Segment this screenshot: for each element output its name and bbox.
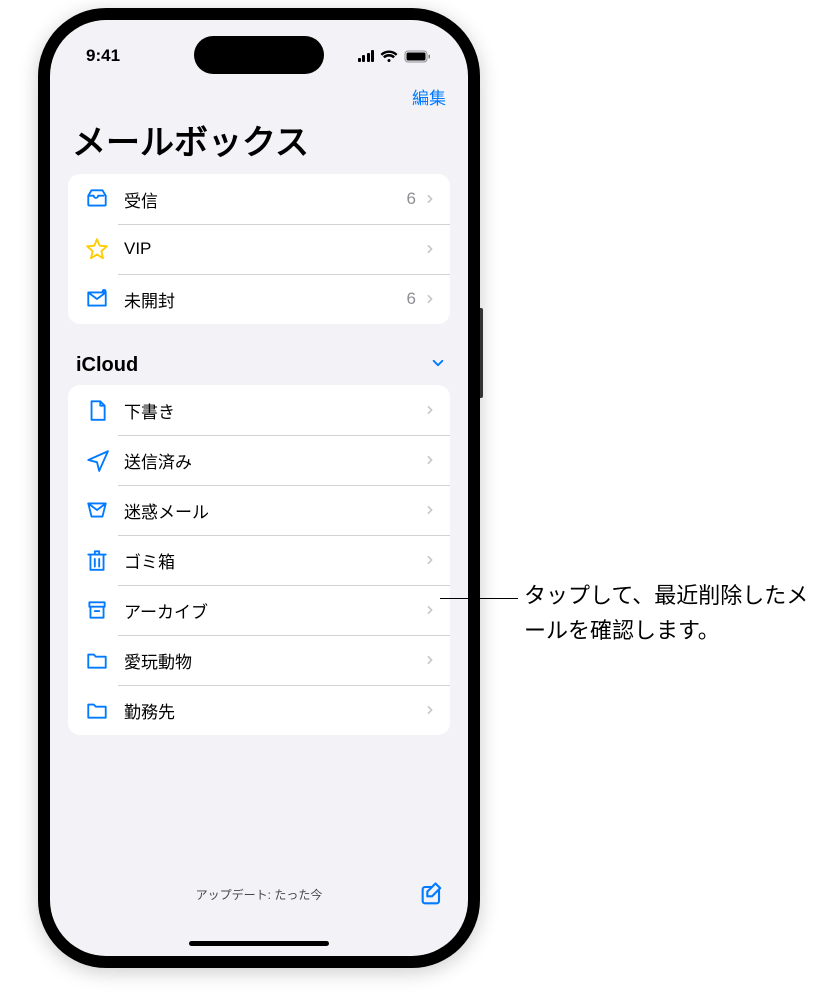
edit-button[interactable]: 編集 [412,84,446,109]
folders-list: 下書き 送信済み 迷惑メール ゴミ箱 アーカイブ 愛玩動物 勤務先 [68,385,450,735]
cellular-icon [358,50,375,62]
row-label: ゴミ箱 [124,548,424,573]
mailbox-vip[interactable]: VIP [68,224,450,274]
mailbox-inbox[interactable]: 受信 6 [68,174,450,224]
chevron-right-icon [424,701,436,719]
row-count: 6 [407,289,416,309]
row-label: 勤務先 [124,698,424,723]
section-header-label: iCloud [76,354,138,377]
sent-icon [82,445,112,475]
folder-icon [82,695,112,725]
screen: 9:41 編集 メールボックス 受信 6 VIP 未開封 6 iCloud 下書… [50,20,468,956]
page-title: メールボックス [50,113,468,174]
folder-drafts[interactable]: 下書き [68,385,450,435]
row-label: 送信済み [124,448,424,473]
home-indicator[interactable] [189,941,329,946]
status-text: アップデート: たった今 [196,886,323,903]
junk-icon [82,495,112,525]
chevron-right-icon [424,240,436,258]
compose-icon [418,880,446,908]
row-label: アーカイブ [124,598,424,623]
row-count: 6 [407,189,416,209]
status-indicators [358,50,433,63]
favorites-list: 受信 6 VIP 未開封 6 [68,174,450,324]
chevron-right-icon [424,290,436,308]
star-icon [82,234,112,264]
navigation-bar: 編集 [50,76,468,113]
battery-icon [404,50,432,63]
unread-icon [82,284,112,314]
folder-archive[interactable]: アーカイブ [68,585,450,635]
chevron-right-icon [424,401,436,419]
chevron-down-icon [430,354,446,377]
compose-button[interactable] [418,880,446,911]
folder-work[interactable]: 勤務先 [68,685,450,735]
inbox-icon [82,184,112,214]
chevron-right-icon [424,501,436,519]
chevron-right-icon [424,190,436,208]
callout-text: タップして、最近削除したメールを確認します。 [518,578,828,648]
iphone-frame: 9:41 編集 メールボックス 受信 6 VIP 未開封 6 iCloud 下書… [38,8,480,968]
toolbar: アップデート: たった今 [50,868,468,956]
folder-trash[interactable]: ゴミ箱 [68,535,450,585]
folder-pets[interactable]: 愛玩動物 [68,635,450,685]
mailbox-unread[interactable]: 未開封 6 [68,274,450,324]
chevron-right-icon [424,601,436,619]
row-label: VIP [124,239,424,259]
folder-icon [82,645,112,675]
trash-icon [82,545,112,575]
row-label: 下書き [124,398,424,423]
folder-junk[interactable]: 迷惑メール [68,485,450,535]
draft-icon [82,395,112,425]
chevron-right-icon [424,551,436,569]
status-time: 9:41 [86,46,120,66]
section-header-icloud[interactable]: iCloud [50,348,468,385]
archive-icon [82,595,112,625]
row-label: 迷惑メール [124,498,424,523]
dynamic-island [194,36,324,74]
callout-leader-line [440,598,518,599]
folder-sent[interactable]: 送信済み [68,435,450,485]
chevron-right-icon [424,651,436,669]
chevron-right-icon [424,451,436,469]
wifi-icon [380,50,398,63]
row-label: 受信 [124,187,407,212]
callout-annotation: タップして、最近削除したメールを確認します。 [440,578,828,648]
row-label: 愛玩動物 [124,648,424,673]
row-label: 未開封 [124,287,407,312]
